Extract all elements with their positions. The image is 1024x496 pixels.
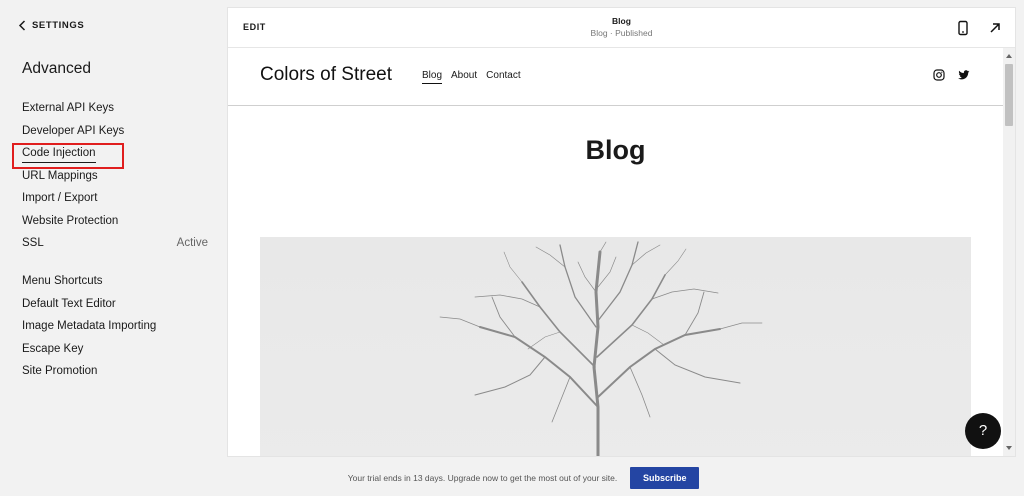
scroll-down-icon[interactable]: [1006, 446, 1012, 450]
advanced-menu: External API Keys Developer API Keys Cod…: [22, 97, 208, 255]
site-logo[interactable]: Colors of Street: [260, 64, 392, 86]
page-status: Blog · Published: [590, 28, 653, 38]
page-title: Blog: [612, 16, 631, 26]
nav-link-blog[interactable]: Blog: [422, 70, 443, 84]
menu-item-label: Developer API Keys: [22, 124, 125, 137]
menu-item-menu-shortcuts[interactable]: Menu Shortcuts: [22, 270, 208, 293]
back-label: SETTINGS: [32, 20, 85, 31]
preview-toolbar: EDIT Blog Blog · Published: [228, 8, 1015, 48]
menu-item-site-promotion[interactable]: Site Promotion: [22, 360, 208, 383]
menu-item-code-injection[interactable]: Code Injection: [22, 142, 208, 165]
menu-item-url-mappings[interactable]: URL Mappings: [22, 165, 208, 188]
menu-item-escape-key[interactable]: Escape Key: [22, 338, 208, 361]
trial-message: Your trial ends in 13 days. Upgrade now …: [347, 473, 618, 483]
site-content: Colors of Street Blog About Contact Blog: [228, 48, 1003, 456]
trial-banner: Your trial ends in 13 days. Upgrade now …: [0, 460, 1024, 496]
bare-tree-illustration: [439, 241, 763, 456]
subscribe-button[interactable]: Subscribe: [630, 467, 700, 489]
panel-title: Advanced: [22, 60, 91, 77]
menu-item-label: External API Keys: [22, 102, 115, 114]
instagram-icon[interactable]: [933, 69, 945, 81]
menu-item-label: URL Mappings: [22, 169, 98, 182]
menu-item-label: SSL: [22, 237, 44, 249]
menu-item-developer-api-keys[interactable]: Developer API Keys: [22, 120, 208, 143]
social-links: [933, 69, 970, 81]
menu-item-default-text-editor[interactable]: Default Text Editor: [22, 293, 208, 316]
hero-image: [260, 237, 971, 456]
scroll-up-icon[interactable]: [1006, 54, 1012, 58]
menu-item-external-api-keys[interactable]: External API Keys: [22, 97, 208, 120]
menu-item-image-metadata-importing[interactable]: Image Metadata Importing: [22, 315, 208, 338]
menu-item-label: Menu Shortcuts: [22, 275, 103, 287]
menu-item-label: Escape Key: [22, 342, 84, 355]
menu-item-import-export[interactable]: Import / Export: [22, 187, 208, 210]
menu-item-label: Image Metadata Importing: [22, 320, 157, 332]
menu-item-ssl[interactable]: SSL Active: [22, 232, 208, 255]
nav-link-contact[interactable]: Contact: [486, 70, 520, 84]
back-to-settings-button[interactable]: SETTINGS: [18, 20, 84, 31]
blog-heading: Blog: [585, 135, 646, 165]
site-preview-frame: EDIT Blog Blog · Published Colors of Str…: [228, 8, 1015, 456]
scroll-thumb[interactable]: [1005, 64, 1013, 126]
menu-item-website-protection[interactable]: Website Protection: [22, 210, 208, 233]
site-header: Colors of Street Blog About Contact: [228, 48, 1003, 106]
settings-sidebar: SETTINGS Advanced External API Keys Deve…: [0, 0, 228, 460]
twitter-icon[interactable]: [958, 69, 970, 81]
menu-item-label: Code Injection: [22, 142, 96, 165]
chevron-left-icon: [18, 20, 26, 31]
advanced-menu-secondary: Menu Shortcuts Default Text Editor Image…: [22, 270, 208, 383]
preview-scrollbar[interactable]: [1003, 48, 1015, 456]
ssl-status: Active: [176, 237, 208, 249]
page-info: Blog Blog · Published: [228, 16, 1015, 38]
menu-item-label: Default Text Editor: [22, 297, 116, 310]
menu-item-label: Website Protection: [22, 214, 119, 227]
menu-item-label: Site Promotion: [22, 365, 98, 377]
nav-link-about[interactable]: About: [451, 70, 477, 84]
menu-item-label: Import / Export: [22, 192, 98, 204]
open-external-icon[interactable]: [987, 20, 1003, 36]
site-nav: Blog About Contact: [422, 70, 521, 84]
mobile-preview-icon[interactable]: [955, 20, 971, 36]
help-button[interactable]: ?: [965, 413, 1001, 449]
